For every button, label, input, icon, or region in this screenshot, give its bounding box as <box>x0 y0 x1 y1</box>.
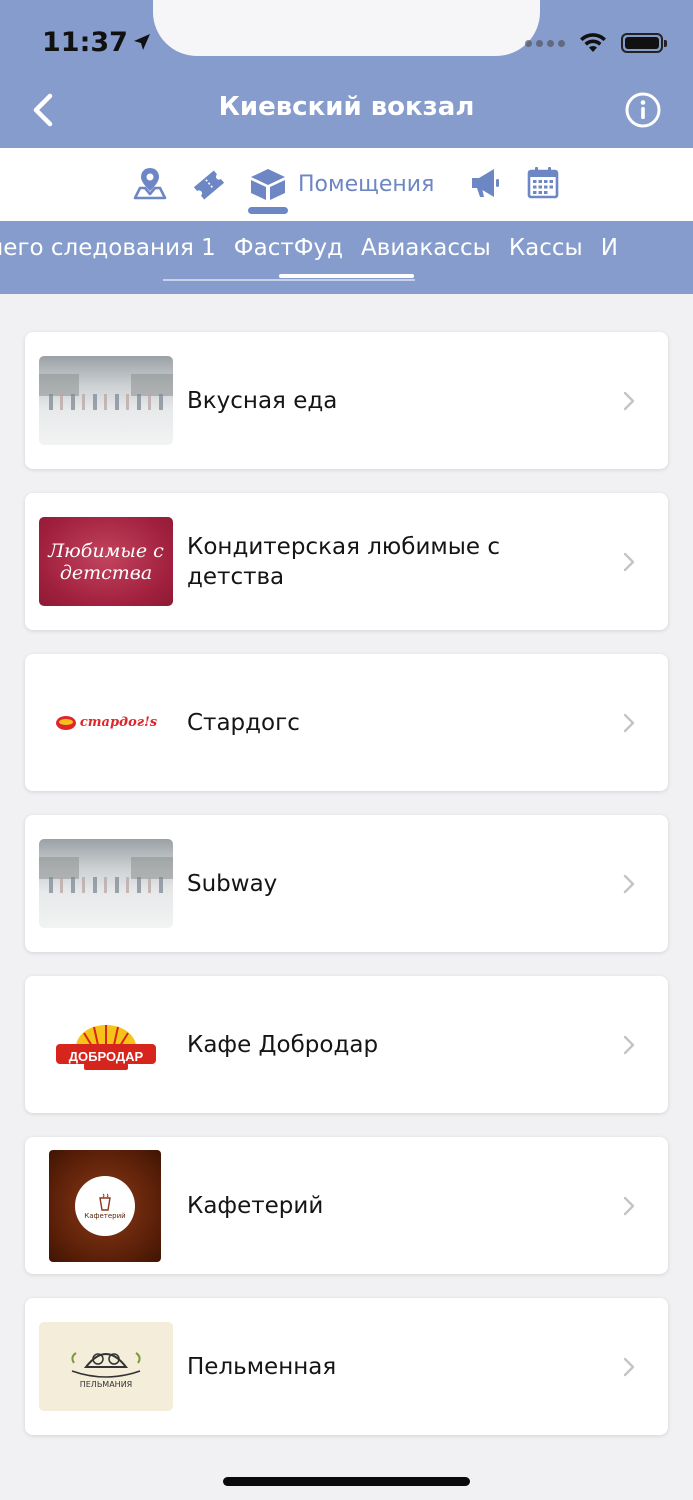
place-thumbnail <box>39 356 173 445</box>
list-item[interactable]: ДОБРОДАР Кафе Добродар <box>25 976 668 1113</box>
list-item[interactable]: Subway <box>25 815 668 952</box>
ticket-icon <box>193 170 225 200</box>
cafeteria-emblem: Кафетерий <box>75 1176 135 1236</box>
active-category-indicator <box>279 274 414 278</box>
hotdog-icon <box>55 715 76 730</box>
chevron-right-icon <box>623 552 635 572</box>
place-logo-text: ПЕЛЬМАНИЯ <box>79 1380 133 1389</box>
tab-tickets[interactable] <box>190 166 228 204</box>
list-item[interactable]: Вкусная еда <box>25 332 668 469</box>
top-header: 11:37 Киевский вокзал <box>0 0 693 148</box>
tab-announcements[interactable] <box>468 166 502 200</box>
place-name: Кондитерская любимые с детства <box>187 533 501 590</box>
home-indicator[interactable] <box>223 1477 470 1486</box>
category-tab[interactable]: льнего следования 1 <box>0 235 216 261</box>
list-item[interactable]: стардог!s Стардогс <box>25 654 668 791</box>
status-time-text: 11:37 <box>42 26 128 58</box>
place-name: Subway <box>187 870 278 897</box>
place-name: Вкусная еда <box>187 387 338 414</box>
info-icon[interactable] <box>625 92 661 128</box>
place-logo: стардог!s <box>39 678 173 767</box>
place-logo-text: Кафетерий <box>84 1212 126 1220</box>
chevron-right-icon <box>623 874 635 894</box>
place-logo: ДОБРОДАР <box>39 1000 173 1089</box>
cellular-signal-icon <box>525 39 565 47</box>
category-tab-ticket-offices[interactable]: Кассы <box>509 235 583 261</box>
place-logo-text: ДОБРОДАР <box>68 1049 144 1064</box>
list-item[interactable]: Любимые с детства Кондитерская любимые с… <box>25 493 668 630</box>
calendar-icon <box>527 167 559 199</box>
tab-map[interactable] <box>131 164 169 202</box>
list-item[interactable]: ПЕЛЬМАНИЯ Пельменная <box>25 1298 668 1435</box>
tab-rooms[interactable]: Помещения <box>248 164 434 204</box>
list-item[interactable]: Кафетерий Кафетерий <box>25 1137 668 1274</box>
chevron-right-icon <box>623 391 635 411</box>
place-name: Пельменная <box>187 1353 337 1380</box>
wifi-icon <box>580 33 606 52</box>
chevron-right-icon <box>623 1196 635 1216</box>
category-tab-fastfood[interactable]: ФастФуд <box>234 235 343 261</box>
place-logo: Кафетерий <box>49 1150 161 1262</box>
location-arrow-icon <box>133 34 150 50</box>
places-list: Вкусная еда Любимые с детства Кондитерск… <box>25 332 668 1459</box>
category-tab[interactable]: И <box>601 235 618 261</box>
chevron-right-icon <box>623 1035 635 1055</box>
place-name: Кафетерий <box>187 1192 324 1219</box>
place-name: Кафе Добродар <box>187 1031 379 1058</box>
status-time: 11:37 <box>42 24 152 60</box>
map-pin-icon <box>133 168 167 200</box>
chevron-right-icon <box>623 713 635 733</box>
active-tab-indicator <box>248 207 288 214</box>
dobrodar-logo-graphic <box>56 1024 156 1070</box>
tab-rooms-label: Помещения <box>298 171 435 197</box>
box-icon <box>251 169 285 200</box>
place-logo: ПЕЛЬМАНИЯ <box>39 1322 173 1411</box>
megaphone-icon <box>472 169 499 197</box>
screen: 11:37 Киевский вокзал Помещения его след… <box>0 0 693 1500</box>
place-logo-text: Любимые с детства <box>48 539 164 584</box>
device-notch <box>153 0 540 56</box>
category-scroll-track <box>163 279 415 281</box>
category-tabs: льнего следования 1 ФастФуд Авиакассы Ка… <box>0 221 693 294</box>
cup-icon <box>99 1193 111 1211</box>
chevron-right-icon <box>623 1357 635 1377</box>
battery-icon <box>621 33 667 53</box>
tab-schedule[interactable] <box>526 166 560 200</box>
place-thumbnail <box>39 839 173 928</box>
category-tabs-row: льнего следования 1 ФастФуд Авиакассы Ка… <box>0 235 618 261</box>
page-title: Киевский вокзал <box>218 92 475 122</box>
status-icons <box>525 28 667 58</box>
place-logo-text: стардог!s <box>79 715 158 730</box>
category-tab-air-tickets[interactable]: Авиакассы <box>361 235 491 261</box>
place-logo: Любимые с детства <box>39 517 173 606</box>
place-name: Стардогс <box>187 709 300 736</box>
